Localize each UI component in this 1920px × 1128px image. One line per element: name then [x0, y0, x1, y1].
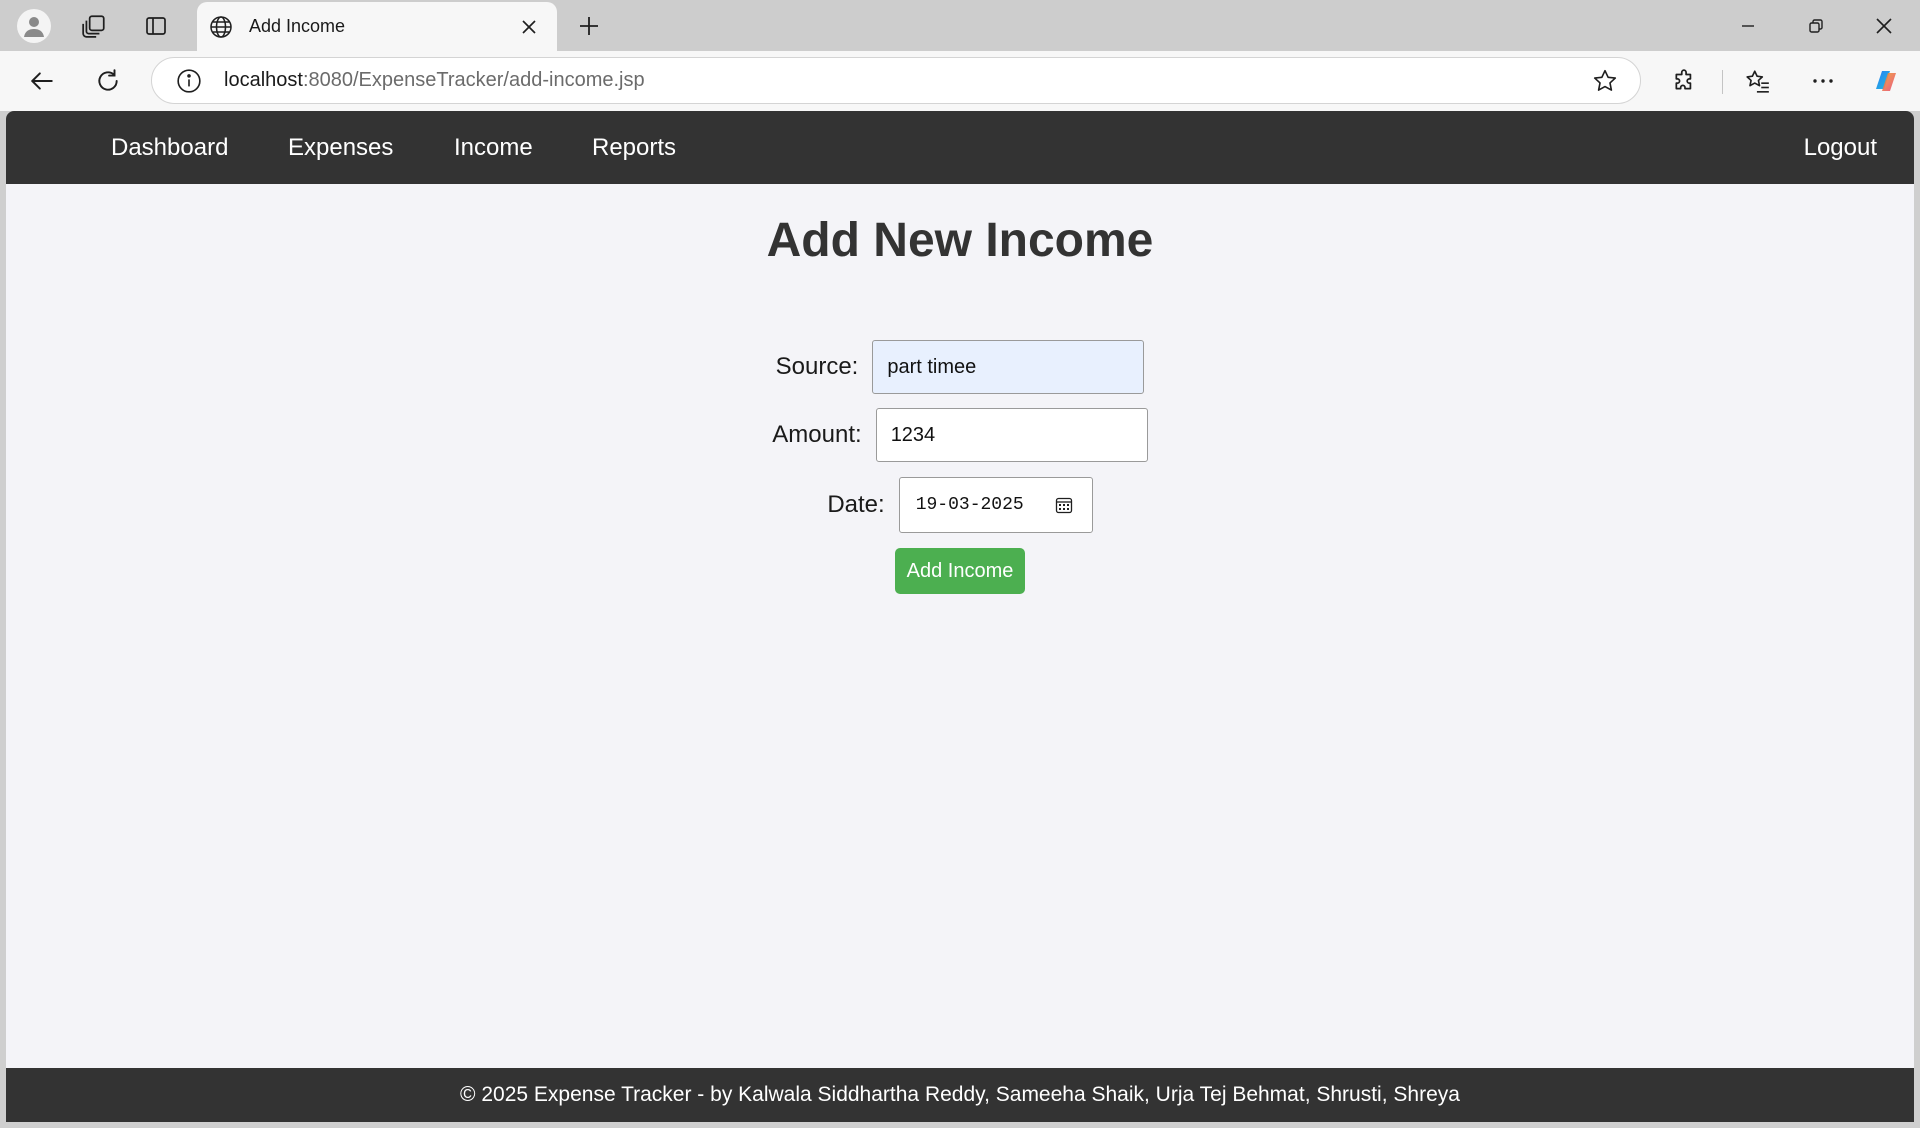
- date-value: 19-03-2025: [915, 495, 1024, 515]
- footer-text: © 2025 Expense Tracker - by Kalwala Sidd…: [460, 1083, 1460, 1106]
- minimize-button[interactable]: [1727, 6, 1769, 46]
- nav-expenses-link[interactable]: Expenses: [288, 111, 393, 184]
- date-input[interactable]: 19-03-2025: [898, 477, 1093, 533]
- tab-add-income[interactable]: Add Income: [197, 2, 557, 51]
- amount-label: Amount:: [772, 421, 862, 448]
- puzzle-icon: [1675, 69, 1692, 90]
- more-icon: [1813, 79, 1833, 83]
- source-label: Source:: [775, 353, 859, 380]
- nav-income-link[interactable]: Income: [454, 111, 533, 184]
- minimize-icon: [1742, 25, 1754, 27]
- browser-toolbar: localhost:8080/ExpenseTracker/add-income…: [0, 51, 1920, 111]
- more-options-button[interactable]: [1803, 61, 1843, 101]
- close-icon: [522, 19, 536, 34]
- url-host: localhost: [224, 69, 303, 91]
- submit-wrap: Add Income: [6, 548, 1914, 594]
- workspaces-icon: [82, 15, 105, 38]
- favorites-button[interactable]: [1738, 61, 1778, 101]
- extensions-button[interactable]: [1665, 61, 1705, 101]
- nav-dashboard-link[interactable]: Dashboard: [111, 111, 228, 184]
- nav-reports-link[interactable]: Reports: [592, 111, 676, 184]
- date-label: Date:: [827, 491, 885, 518]
- page-viewport: Dashboard Expenses Income Reports Logout…: [6, 111, 1914, 1122]
- reload-button[interactable]: [88, 61, 128, 101]
- plus-icon: [580, 17, 598, 35]
- tab-actions-button[interactable]: [136, 8, 176, 44]
- favorite-star-button[interactable]: [1588, 64, 1622, 98]
- site-info-icon[interactable]: [174, 66, 204, 96]
- tab-actions-icon: [146, 17, 166, 35]
- restore-button[interactable]: [1795, 6, 1837, 46]
- copilot-icon: [1876, 71, 1896, 91]
- restore-icon: [1809, 19, 1823, 33]
- close-icon: [1876, 18, 1892, 34]
- url-text: localhost:8080/ExpenseTracker/add-income…: [224, 69, 1588, 92]
- amount-row: Amount:: [6, 408, 1914, 462]
- nav-logout-link[interactable]: Logout: [1804, 111, 1877, 184]
- tab-strip: Add Income: [0, 0, 1920, 51]
- favorites-icon: [1746, 70, 1769, 93]
- url-path: :8080/ExpenseTracker/add-income.jsp: [302, 69, 645, 91]
- page-title: Add New Income: [766, 214, 1154, 267]
- source-row: Source:: [6, 340, 1914, 394]
- tab-title: Add Income: [249, 16, 346, 36]
- calendar-icon[interactable]: [1052, 493, 1076, 517]
- toolbar-separator: [1722, 70, 1723, 94]
- address-bar[interactable]: localhost:8080/ExpenseTracker/add-income…: [151, 57, 1641, 104]
- workspaces-button[interactable]: [74, 8, 114, 44]
- close-tab-button[interactable]: [515, 13, 543, 41]
- globe-icon: [207, 13, 235, 41]
- back-arrow-icon: [31, 72, 53, 90]
- date-row: Date: 19-03-2025: [6, 477, 1914, 533]
- page-footer: © 2025 Expense Tracker - by Kalwala Sidd…: [6, 1068, 1914, 1122]
- profile-button[interactable]: [12, 8, 56, 44]
- copilot-button[interactable]: [1866, 61, 1906, 101]
- add-income-button[interactable]: Add Income: [895, 548, 1025, 594]
- new-tab-button[interactable]: [570, 8, 608, 44]
- profile-icon: [17, 9, 51, 43]
- amount-input[interactable]: [875, 408, 1148, 462]
- top-navbar: Dashboard Expenses Income Reports Logout: [6, 111, 1914, 184]
- source-input[interactable]: [872, 340, 1145, 394]
- close-window-button[interactable]: [1863, 6, 1905, 46]
- back-button[interactable]: [22, 61, 62, 101]
- star-icon: [1593, 69, 1617, 91]
- reload-icon: [98, 69, 118, 91]
